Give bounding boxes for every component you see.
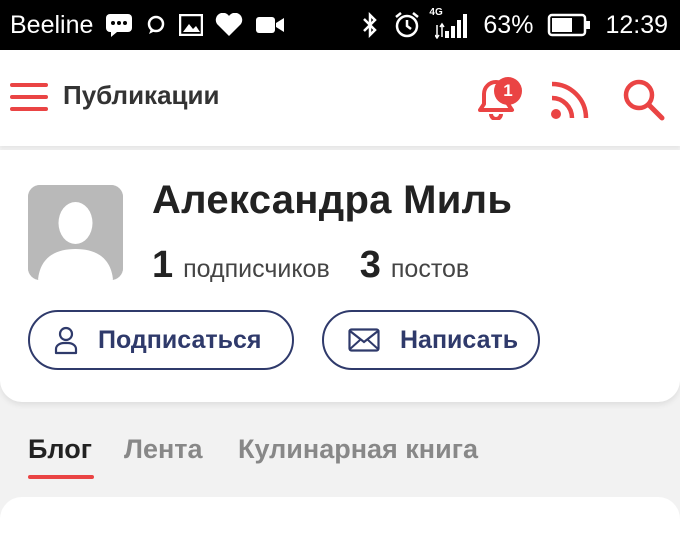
status-bar: Beeline 4G 63% 12:39 (0, 0, 680, 50)
rss-icon[interactable] (548, 78, 592, 122)
battery-percent: 63% (483, 10, 534, 39)
subscribers-count: 1 (152, 244, 174, 286)
content-card (0, 497, 680, 537)
image-icon (179, 14, 204, 36)
profile-stats: 1 подписчиков 3 постов (152, 244, 469, 287)
notification-badge: 1 (494, 77, 522, 105)
posts-label: постов (390, 255, 470, 283)
signal-icon: 4G (429, 7, 469, 39)
network-type: 4G (429, 7, 443, 18)
subscribe-label: Подписаться (98, 325, 262, 354)
user-silhouette-icon (28, 185, 123, 280)
battery-icon (547, 13, 591, 37)
menu-icon[interactable] (10, 81, 48, 113)
tab-blog[interactable]: Блог (28, 434, 92, 465)
video-icon (255, 15, 285, 35)
profile-name: Александра Миль (152, 178, 513, 222)
subscribe-button[interactable]: Подписаться (28, 310, 294, 370)
status-bar-right: 4G 63% 12:39 (361, 0, 668, 50)
message-icon (105, 13, 133, 37)
bluetooth-icon (361, 12, 379, 38)
avatar[interactable] (28, 185, 123, 280)
page-title: Публикации (63, 80, 220, 110)
app-bar: Публикации (0, 50, 680, 146)
heart-icon (215, 13, 243, 37)
profile-tabs: Блог Лента Кулинарная книга (0, 434, 680, 484)
tab-feed[interactable]: Лента (124, 434, 203, 465)
profile-card: Александра Миль 1 подписчиков 3 постов П… (0, 150, 680, 402)
clock: 12:39 (605, 10, 668, 39)
user-icon (54, 325, 78, 355)
subscribers-label: подписчиков (183, 255, 330, 283)
tab-cookbook[interactable]: Кулинарная книга (238, 434, 478, 465)
active-tab-indicator (28, 475, 94, 479)
carrier-name: Beeline (10, 10, 94, 39)
message-button[interactable]: Написать (322, 310, 540, 370)
posts-count: 3 (359, 244, 381, 286)
status-bar-left: Beeline (10, 0, 285, 50)
envelope-icon (348, 328, 380, 352)
chat-icon (145, 14, 167, 36)
alarm-icon (393, 11, 421, 39)
message-label: Написать (400, 325, 519, 354)
search-icon[interactable] (622, 78, 666, 122)
